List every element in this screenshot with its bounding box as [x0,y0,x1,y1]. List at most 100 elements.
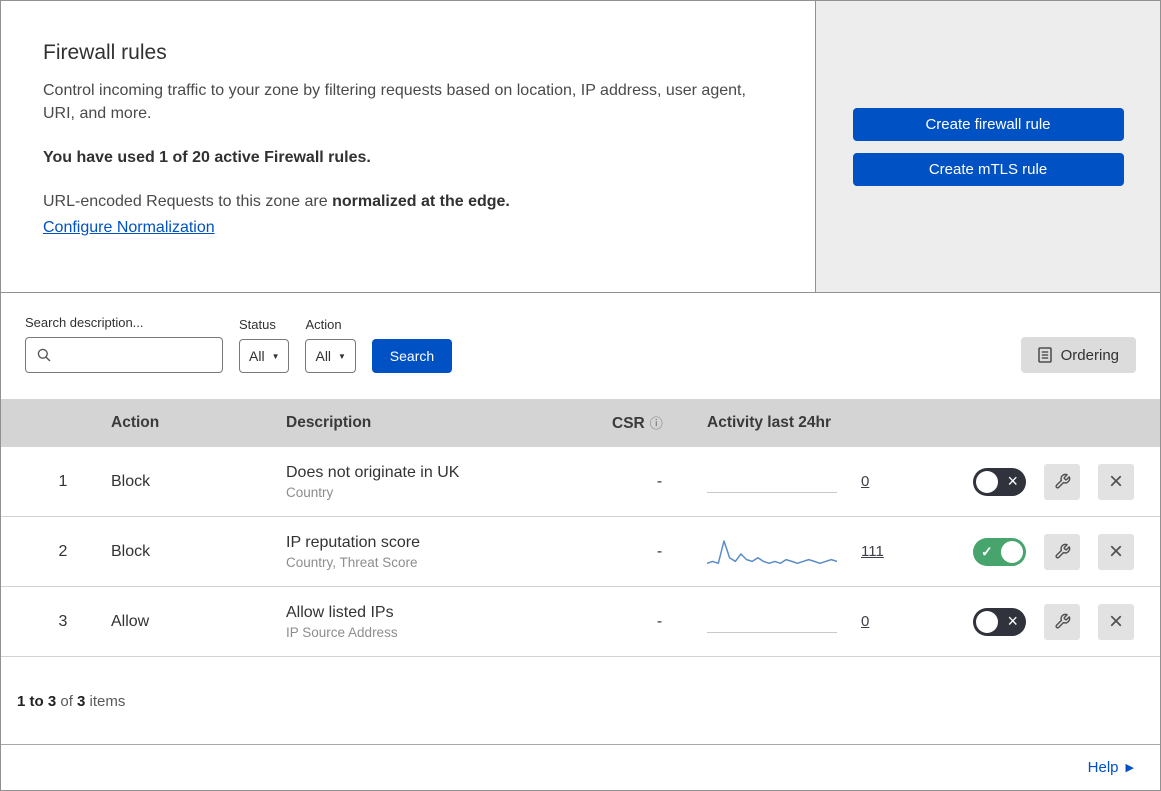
rule-action: Block [111,542,151,560]
pagination-of: of [56,693,78,710]
status-dropdown-value: All [249,348,265,364]
csr-column-header: CSR ⓘ [576,413,701,433]
create-firewall-rule-button[interactable]: Create firewall rule [852,107,1124,141]
toggle-knob [1001,540,1023,563]
toggle-knob [976,610,998,633]
table-header: Action Description CSR ⓘ Activity last 24… [1,399,1160,447]
rule-action: Block [111,472,151,490]
status-label: Status [239,317,276,332]
page-title: Firewall rules [43,41,167,64]
rule-priority: 1 [58,472,68,490]
ordering-button[interactable]: Ordering [1020,337,1136,373]
search-label: Search description... [25,315,144,330]
activity-sparkline [707,465,837,499]
toggle-knob [976,470,998,493]
activity-count-link[interactable]: 0 [861,613,887,630]
action-dropdown-value: All [315,348,332,364]
rule-fields: Country, Threat Score [286,554,418,570]
ordering-button-label: Ordering [1060,346,1119,364]
rule-priority: 3 [58,612,68,630]
rule-fields: IP Source Address [286,624,398,640]
activity-sparkline [706,535,838,569]
rule-controls: ✓ × × [936,533,1160,570]
help-link-label: Help [1087,759,1119,776]
top-section: Firewall rules Control incoming traffic … [1,1,1160,293]
delete-rule-button[interactable]: × [1098,603,1134,640]
status-field-group: Status All ▼ [239,317,290,373]
sparkline-svg [706,539,838,564]
rule-controls: ✓ × × [936,463,1160,500]
rule-description-cell: Allow listed IPs IP Source Address [286,604,576,640]
search-input[interactable] [25,337,223,373]
action-label: Action [305,317,342,332]
rule-controls: ✓ × × [936,603,1160,640]
chevron-down-icon: ▼ [338,351,346,361]
status-dropdown[interactable]: All ▼ [239,339,290,373]
pagination-items: items [85,693,126,710]
create-mtls-rule-button[interactable]: Create mTLS rule [852,152,1124,186]
rule-action: Allow [111,612,150,630]
arrow-right-icon: ▶ [1125,762,1134,774]
rule-enabled-toggle[interactable]: ✓ × [973,537,1026,566]
delete-rule-button[interactable]: × [1098,463,1134,500]
x-icon: × [1007,610,1018,631]
activity-column-header: Activity last 24hr [707,414,832,431]
info-icon[interactable]: ⓘ [650,416,663,431]
search-button[interactable]: Search [371,339,452,373]
search-text-input[interactable] [60,347,212,363]
rule-description: Allow listed IPs [286,603,394,621]
normalization-text: URL-encoded Requests to this zone are no… [43,193,767,211]
wrench-icon [1054,543,1070,559]
action-field-group: Action All ▼ [305,317,356,373]
rule-description: Does not originate in UK [286,463,460,481]
normalization-bold: normalized at the edge. [332,193,510,211]
actions-panel: Create firewall rule Create mTLS rule [816,1,1160,292]
csr-header-label: CSR [612,415,645,432]
action-column-header: Action [111,414,160,431]
delete-rule-button[interactable]: × [1098,533,1134,570]
rule-fields: Country [286,484,334,500]
normalization-prefix: URL-encoded Requests to this zone are [43,193,333,211]
intro-panel: Firewall rules Control incoming traffic … [1,1,816,292]
help-bar: Help ▶ [1,744,1160,790]
rule-enabled-toggle[interactable]: ✓ × [973,607,1026,636]
rule-description-cell: Does not originate in UK Country [286,464,576,500]
x-icon: × [1007,470,1018,491]
filter-controls: Search description... Status All ▼ Actio… [25,315,452,373]
configure-normalization-link[interactable]: Configure Normalization [43,219,215,236]
ordering-icon [1037,347,1052,363]
pagination-range: 1 to 3 [17,693,57,710]
activity-count-link[interactable]: 111 [861,543,887,560]
edit-rule-button[interactable] [1044,603,1080,640]
edit-rule-button[interactable] [1044,533,1080,570]
wrench-icon [1054,613,1070,629]
rule-enabled-toggle[interactable]: ✓ × [973,467,1026,496]
search-icon [37,348,51,362]
rule-description-cell: IP reputation score Country, Threat Scor… [286,534,576,570]
rule-activity-cell: 111 [701,535,936,569]
rule-description: IP reputation score [286,533,421,551]
close-icon: × [1108,537,1123,565]
rule-csr-value: - [656,542,663,560]
help-link[interactable]: Help ▶ [1088,759,1134,776]
chevron-down-icon: ▼ [271,351,280,361]
description-column-header: Description [286,414,372,431]
rule-activity-cell: 0 [701,465,936,499]
search-field-group: Search description... [25,315,223,373]
wrench-icon [1054,473,1070,489]
activity-count-link[interactable]: 0 [861,473,887,490]
close-icon: × [1108,467,1123,495]
check-icon: ✓ [981,543,993,559]
action-dropdown[interactable]: All ▼ [305,339,356,373]
table-row: 3 Allow Allow listed IPs IP Source Addre… [1,587,1160,657]
edit-rule-button[interactable] [1044,463,1080,500]
activity-sparkline [707,605,837,639]
table-row: 2 Block IP reputation score Country, Thr… [1,517,1160,587]
filter-toolbar: Search description... Status All ▼ Actio… [1,293,1160,399]
usage-summary: You have used 1 of 20 active Firewall ru… [43,149,371,167]
table-row: 1 Block Does not originate in UK Country… [1,447,1160,517]
rule-activity-cell: 0 [701,605,936,639]
close-icon: × [1108,607,1123,635]
page-description: Control incoming traffic to your zone by… [43,82,746,123]
rule-csr-value: - [656,472,663,490]
